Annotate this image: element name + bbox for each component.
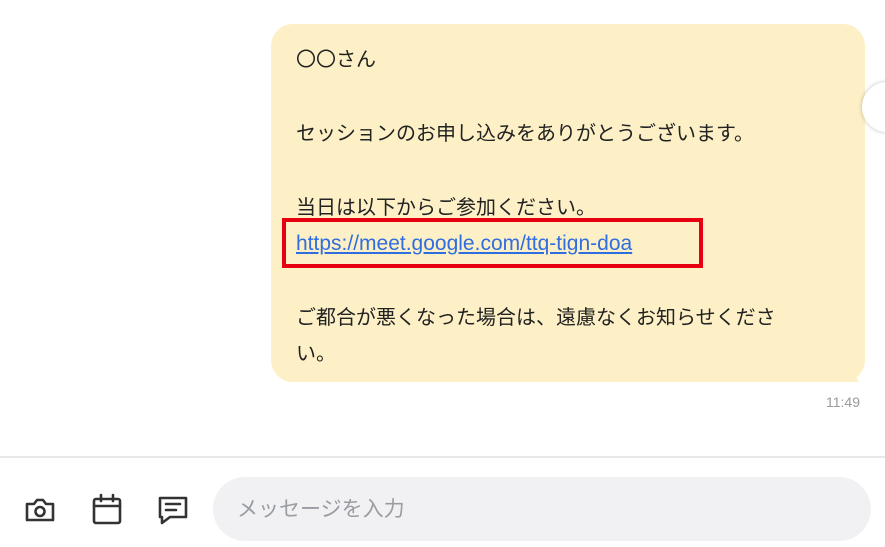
link-highlight-box (282, 218, 703, 268)
calendar-icon[interactable] (89, 492, 125, 528)
message-timestamp: 11:49 (826, 394, 860, 410)
message-greeting: 〇〇さん (296, 47, 376, 71)
scroll-button[interactable] (862, 82, 885, 132)
message-template-icon[interactable] (155, 492, 191, 528)
message-bubble: 〇〇さん セッションのお申し込みをありがとうございます。 当日は以下からご参加く… (271, 24, 865, 382)
message-thanks: セッションのお申し込みをありがとうございます。 (296, 121, 754, 145)
message-notice-line1: ご都合が悪くなった場合は、遠慮なくお知らせくださ (296, 305, 776, 329)
bubble-tail (843, 352, 859, 382)
message-input[interactable] (213, 477, 871, 541)
camera-icon[interactable] (22, 492, 58, 528)
chat-area: 〇〇さん セッションのお申し込みをありがとうございます。 当日は以下からご参加く… (0, 0, 885, 456)
message-join-text: 当日は以下からご参加ください。 (296, 195, 596, 219)
message-notice-line2: い。 (296, 341, 336, 365)
message-composer (0, 458, 885, 547)
